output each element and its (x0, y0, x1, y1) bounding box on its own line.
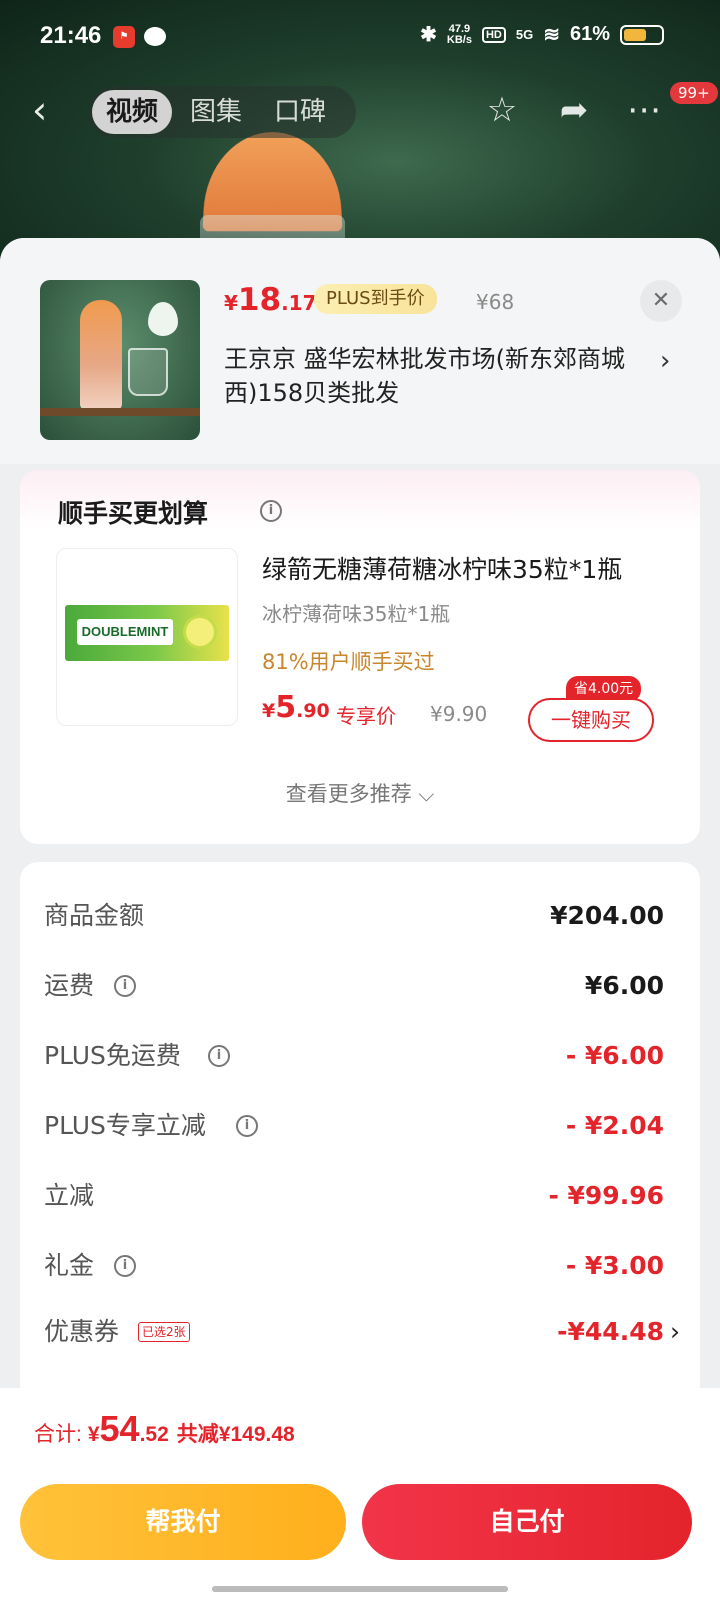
favorite-star-icon[interactable]: ☆ (480, 88, 524, 132)
message-badge: 99+ (670, 82, 718, 104)
tab-reviews[interactable]: 口碑 (260, 90, 340, 134)
summary-label: PLUS专享立减 (44, 1111, 206, 1140)
total-integer: 54 (99, 1408, 140, 1449)
summary-row: 立减 - ¥99.96 (44, 1176, 664, 1216)
status-right: ✱ 47.9 KB/s HD 5G ≋ 61% (420, 22, 664, 47)
close-button[interactable]: ✕ (640, 280, 682, 322)
summary-value: ¥6.00 (584, 971, 664, 1000)
thumb-shelf (40, 408, 200, 416)
summary-label: PLUS免运费 (44, 1041, 181, 1070)
wifi-icon: ≋ (543, 24, 560, 46)
summary-value: - ¥3.00 (565, 1251, 664, 1280)
coupon-row[interactable]: 优惠券 已选2张 -¥44.48 › (44, 1312, 684, 1352)
summary-label: 优惠券 (44, 1317, 120, 1346)
upsell-item-spec: 冰柠薄荷味35粒*1瓶 (262, 602, 451, 626)
shop-name[interactable]: 王京京 盛华宏林批发市场(新东郊商城西)158贝类批发 (224, 342, 644, 410)
hd-icon: HD (481, 26, 506, 43)
summary-row: 商品金额 ¥204.00 (44, 896, 664, 936)
net-speed: 47.9 KB/s (446, 22, 472, 46)
upsell-bought-ratio: 81%用户顺手买过 (262, 650, 435, 674)
checkout-bar: 合计: ¥ 54 .52 共减¥149.48 帮我付 自己付 (0, 1388, 720, 1600)
status-time: 21:46 (40, 22, 102, 49)
pay-myself-button[interactable]: 自己付 (362, 1484, 692, 1560)
total-savings: 共减¥149.48 (176, 1423, 295, 1446)
info-icon[interactable]: i (114, 975, 136, 997)
summary-label: 礼金 (44, 1251, 95, 1280)
info-icon[interactable]: i (208, 1045, 230, 1067)
total-summary: 合计: ¥ 54 .52 共减¥149.48 (34, 1408, 295, 1450)
battery-percent: 61% (569, 23, 610, 45)
gum-pack-image: DOUBLEMINT (65, 605, 229, 661)
original-price: ¥68 (476, 290, 515, 314)
summary-value: ¥204.00 (550, 901, 664, 930)
app-notification-icon: ⚑ (113, 26, 135, 48)
share-icon[interactable]: ➦ (552, 88, 596, 132)
summary-value: - ¥99.96 (548, 1181, 664, 1210)
price-integer: 18 (237, 282, 282, 318)
chat-bubble-icon (144, 27, 166, 46)
more-icon[interactable]: ⋯ (622, 88, 666, 132)
upsell-title: 顺手买更划算 (58, 499, 209, 528)
home-indicator[interactable] (212, 1586, 508, 1592)
price-summary-card: 商品金额 ¥204.00 运费 i ¥6.00 PLUS免运费 i - ¥6.0… (20, 862, 700, 1422)
summary-value: - ¥2.04 (565, 1111, 664, 1140)
total-label: 合计: (34, 1423, 82, 1446)
bluetooth-icon: ✱ (420, 24, 437, 46)
summary-value: -¥44.48 (557, 1317, 664, 1346)
summary-label: 运费 (44, 971, 95, 1000)
help-me-pay-button[interactable]: 帮我付 (20, 1484, 346, 1560)
signal-icon: 5G (515, 27, 534, 42)
summary-label: 商品金额 (44, 901, 145, 930)
total-decimal: .52 (139, 1423, 169, 1446)
upsell-price-decimal: .90 (296, 700, 330, 722)
product-price: ¥ 18 .17 (224, 282, 317, 318)
upsell-item-name[interactable]: 绿箭无糖薄荷糖冰柠味35粒*1瓶 (262, 550, 622, 586)
summary-row: 运费 i ¥6.00 (44, 966, 664, 1006)
info-icon[interactable]: i (114, 1255, 136, 1277)
upsell-original-price: ¥9.90 (430, 702, 488, 726)
info-icon[interactable]: i (260, 500, 282, 522)
tab-gallery[interactable]: 图集 (176, 90, 256, 134)
upsell-price-integer: 5 (275, 690, 297, 725)
upsell-price: ¥ 5 .90 (262, 690, 330, 725)
total-currency: ¥ (87, 1423, 100, 1446)
battery-icon (620, 24, 664, 45)
thumb-drop (148, 302, 178, 336)
thumb-bottle (80, 300, 122, 410)
upsell-item-image[interactable]: DOUBLEMINT (56, 548, 238, 726)
top-nav: ‹ 视频 图集 口碑 ☆ ➦ ⋯ 99+ (0, 82, 720, 142)
thumb-cup (128, 348, 168, 396)
status-bar: 21:46 ⚑ ✱ 47.9 KB/s HD 5G ≋ 61% (0, 0, 720, 72)
media-tabs: 视频 图集 口碑 (88, 86, 356, 138)
product-header: ¥ 18 .17 PLUS到手价 ¥68 ✕ 王京京 盛华宏林批发市场(新东郊商… (0, 238, 720, 464)
tab-video[interactable]: 视频 (92, 90, 173, 134)
product-thumbnail (40, 280, 200, 440)
summary-row: PLUS免运费 i - ¥6.00 (44, 1036, 664, 1076)
chevron-right-icon[interactable]: › (660, 346, 670, 376)
chevron-right-icon[interactable]: › (670, 1312, 680, 1352)
more-recommendations-link[interactable]: 查看更多推荐 ⌵ (20, 778, 700, 808)
summary-label: 立减 (44, 1181, 95, 1210)
back-button[interactable]: ‹ (32, 88, 72, 134)
price-currency: ¥ (224, 291, 238, 315)
summary-row: PLUS专享立减 i - ¥2.04 (44, 1106, 664, 1146)
gum-logo: DOUBLEMINT (77, 619, 173, 645)
summary-value: - ¥6.00 (565, 1041, 664, 1070)
summary-row: 礼金 i - ¥3.00 (44, 1246, 664, 1286)
info-icon[interactable]: i (236, 1115, 258, 1137)
one-click-buy-button[interactable]: 一键购买 (528, 698, 654, 742)
upsell-price-currency: ¥ (262, 700, 276, 722)
upsell-price-label: 专享价 (336, 704, 396, 728)
lemon-icon (183, 615, 217, 649)
coupon-count-tag: 已选2张 (138, 1322, 190, 1342)
upsell-card: 顺手买更划算 i DOUBLEMINT 绿箭无糖薄荷糖冰柠味35粒*1瓶 冰柠薄… (20, 470, 700, 844)
price-decimal: .17 (281, 291, 317, 315)
plus-price-tag: PLUS到手价 (314, 284, 437, 314)
